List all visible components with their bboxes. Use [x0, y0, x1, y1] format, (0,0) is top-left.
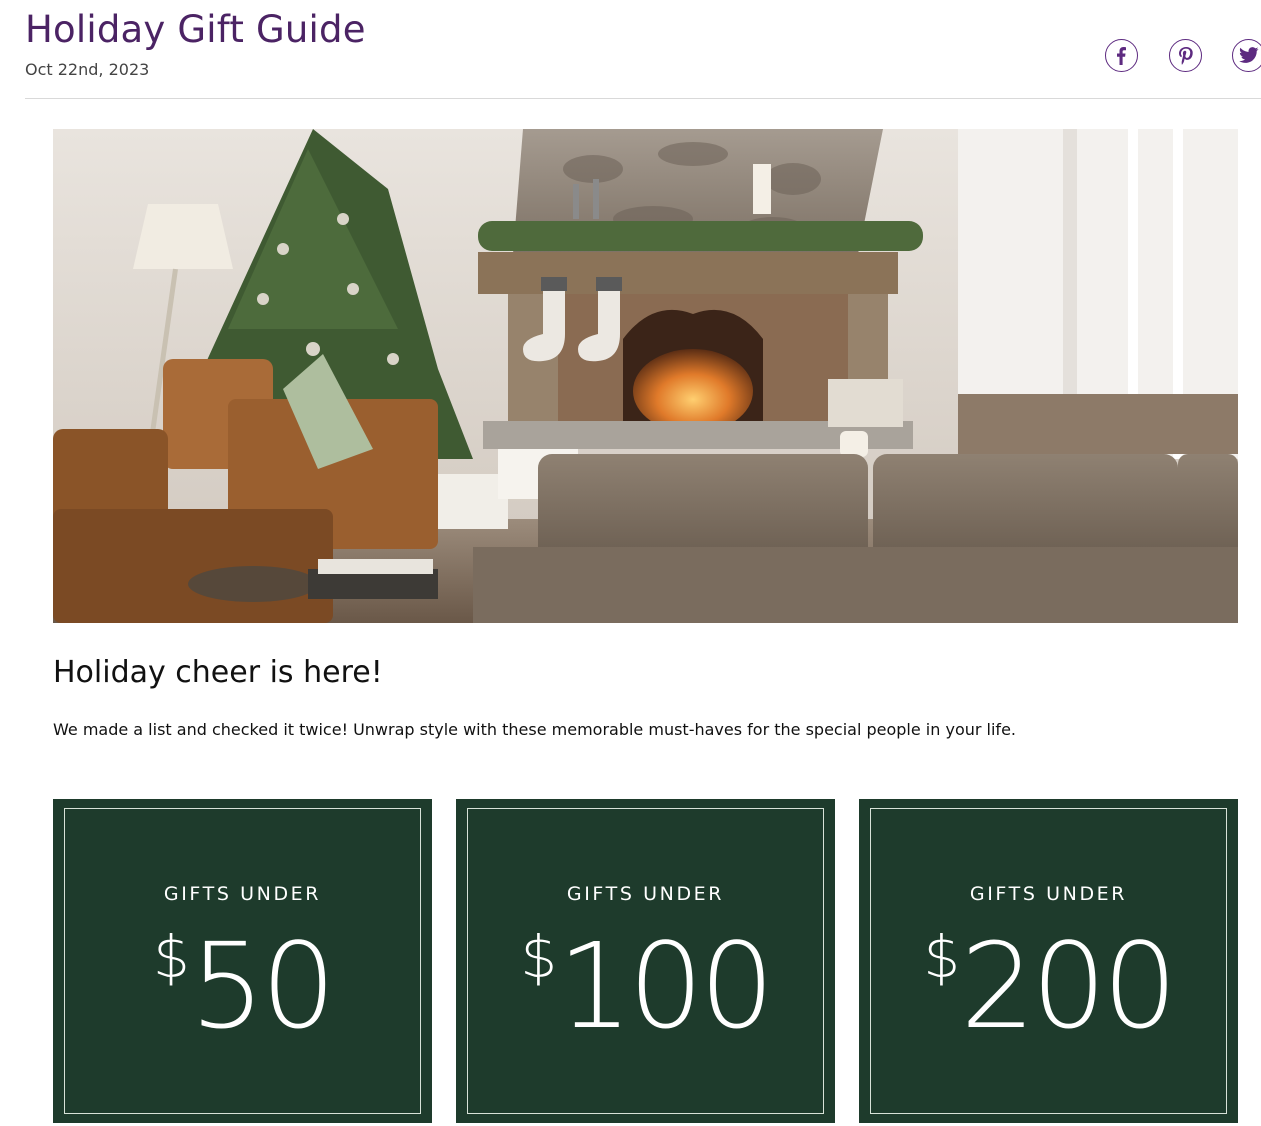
share-facebook-button[interactable] [1105, 39, 1138, 72]
gifts-under-200-card[interactable]: GIFTS UNDER $200 [859, 799, 1238, 1123]
share-twitter-button[interactable] [1232, 39, 1261, 72]
publish-date: Oct 22nd, 2023 [25, 60, 150, 79]
living-room-fireplace-illustration [53, 129, 1238, 623]
card-kicker: GIFTS UNDER [163, 883, 322, 905]
card-amount: 200 [960, 917, 1177, 1055]
page-title: Holiday Gift Guide [25, 8, 366, 51]
card-currency: $ [152, 923, 190, 991]
section-heading: Holiday cheer is here! [53, 655, 383, 690]
twitter-icon [1238, 47, 1258, 63]
card-price: $200 [859, 917, 1238, 1055]
card-price: $100 [456, 917, 835, 1055]
card-currency: $ [923, 923, 961, 991]
article-header: Holiday Gift Guide Oct 22nd, 2023 [25, 0, 1261, 99]
share-pinterest-button[interactable] [1169, 39, 1202, 72]
card-kicker: GIFTS UNDER [969, 883, 1128, 905]
card-kicker: GIFTS UNDER [566, 883, 725, 905]
card-amount: 50 [189, 917, 336, 1055]
intro-text: We made a list and checked it twice! Unw… [53, 720, 1016, 739]
card-currency: $ [520, 923, 558, 991]
gifts-under-100-card[interactable]: GIFTS UNDER $100 [456, 799, 835, 1123]
hero-image [53, 129, 1238, 623]
card-price: $50 [53, 917, 432, 1055]
gifts-under-50-card[interactable]: GIFTS UNDER $50 [53, 799, 432, 1123]
card-amount: 100 [557, 917, 774, 1055]
facebook-icon [1116, 46, 1126, 65]
pinterest-icon [1178, 46, 1193, 65]
